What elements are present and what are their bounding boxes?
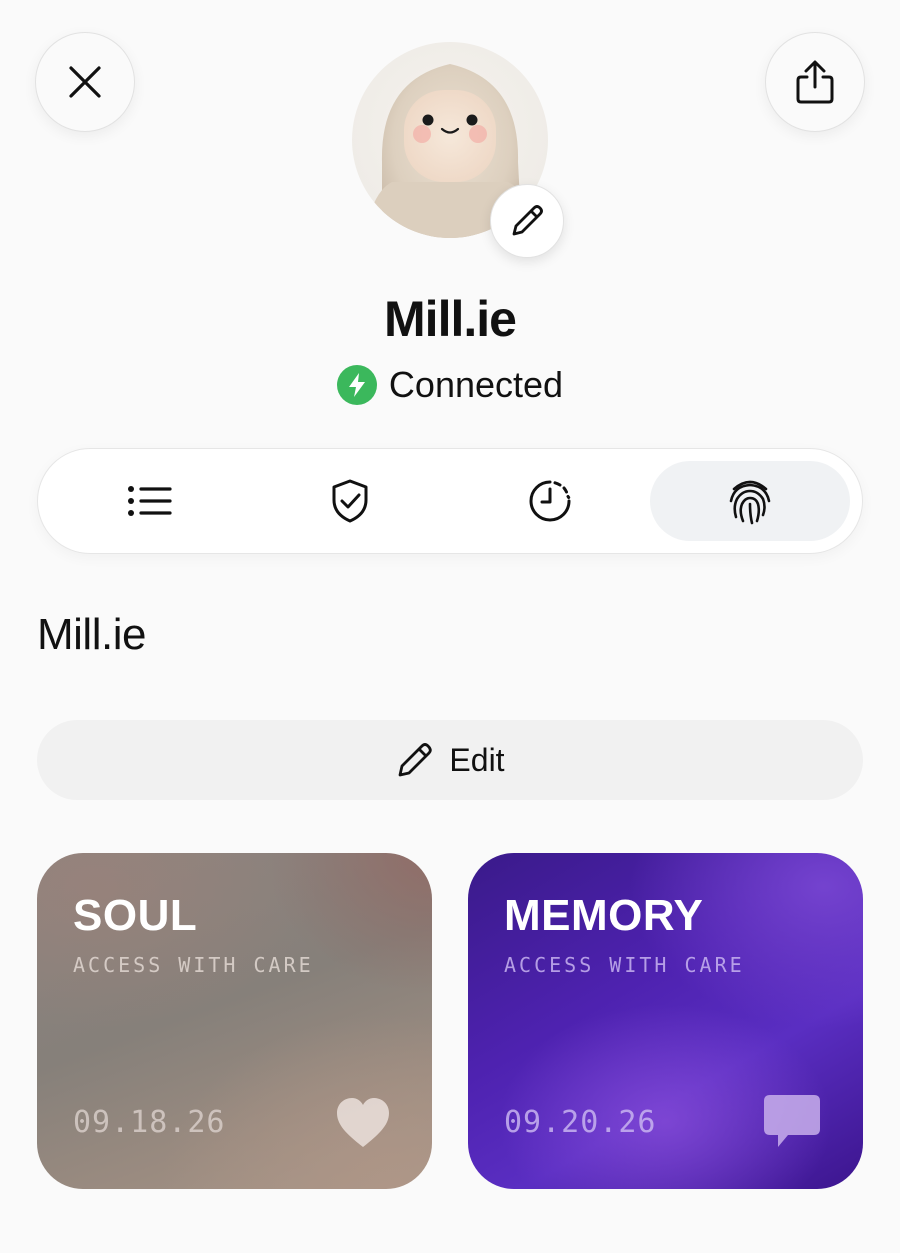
soul-card[interactable]: SOUL ACCESS WITH CARE 09.18.26 [37,853,432,1189]
clock-dashed-icon [529,480,571,522]
card-date: 09.18.26 [73,1105,226,1140]
tab-history[interactable] [450,461,650,541]
card-subtitle: ACCESS WITH CARE [73,953,314,977]
status-label: Connected [388,364,564,405]
pencil-icon [399,743,433,777]
avatar-container [352,42,564,258]
edit-avatar-button[interactable] [490,184,564,258]
card-title: SOUL [73,891,198,940]
heart-icon [337,1098,389,1147]
list-icon [128,486,172,516]
close-icon [69,66,101,98]
shield-check-icon [332,479,368,523]
edit-button[interactable]: Edit [37,720,863,800]
tab-identity[interactable] [650,461,850,541]
edit-label: Edit [449,741,505,778]
memory-card[interactable]: MEMORY ACCESS WITH CARE 09.20.26 [468,853,863,1189]
share-icon [796,60,834,104]
close-button[interactable] [35,32,135,132]
profile-name: Mill.ie [384,291,517,347]
tab-list[interactable] [50,461,250,541]
card-title: MEMORY [504,891,704,940]
card-subtitle: ACCESS WITH CARE [504,953,745,977]
fingerprint-icon [729,480,771,525]
tab-bar [37,448,863,554]
lightning-icon [336,365,377,405]
share-button[interactable] [765,32,865,132]
tab-security[interactable] [250,461,450,541]
connection-status: Connected [0,364,900,406]
section-name: Mill.ie [37,610,146,659]
card-date: 09.20.26 [504,1105,657,1140]
pencil-icon [512,205,543,236]
chat-bubble-icon [764,1095,820,1147]
